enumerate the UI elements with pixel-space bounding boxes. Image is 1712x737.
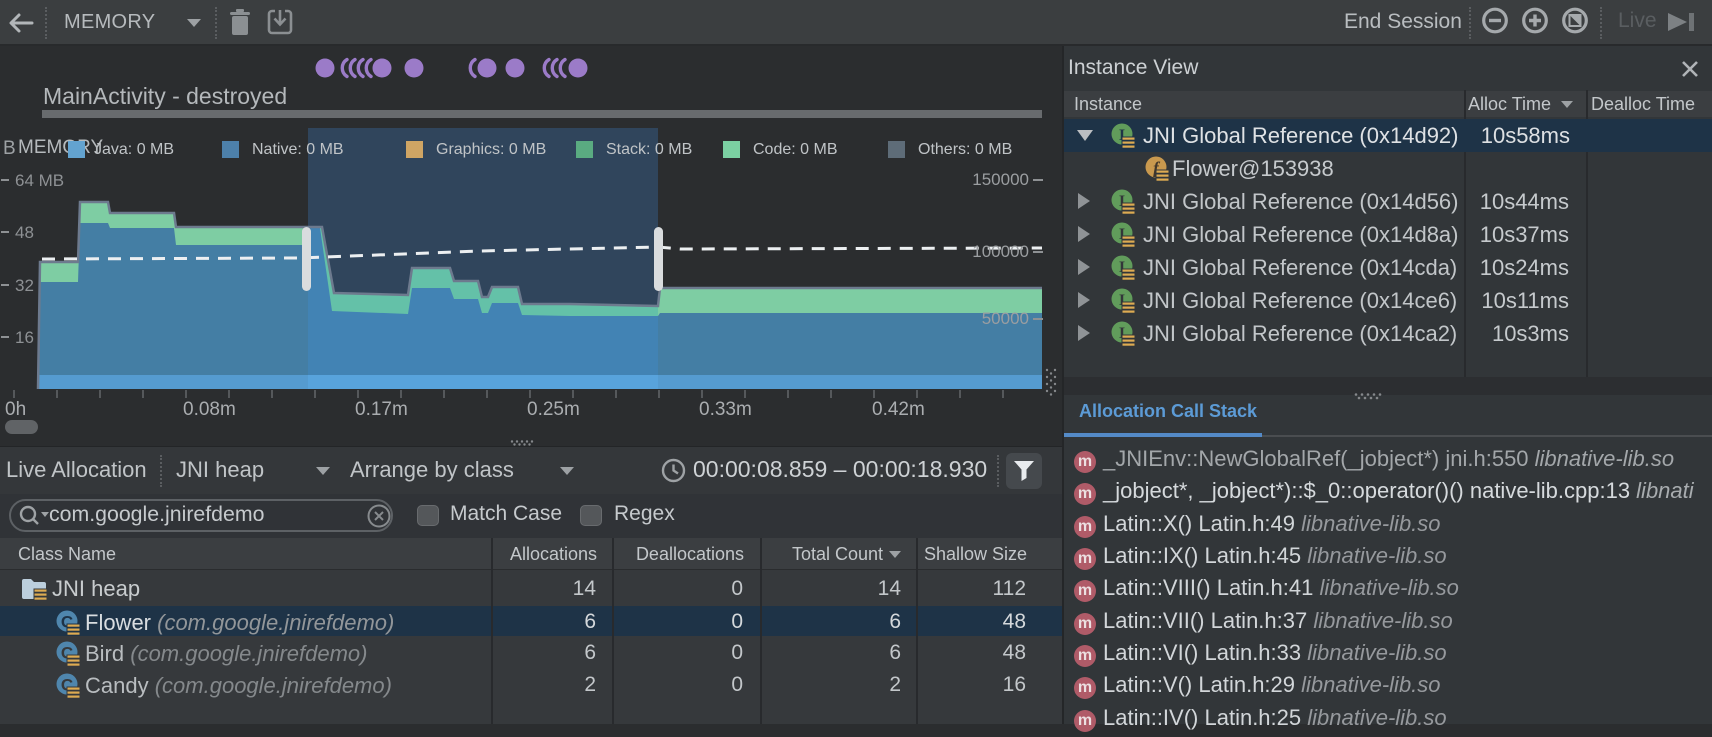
svg-text:100000: 100000 bbox=[972, 242, 1029, 261]
svg-text:0.17m: 0.17m bbox=[355, 399, 408, 420]
svg-text:64 MB: 64 MB bbox=[15, 171, 64, 190]
svg-text:50000: 50000 bbox=[982, 309, 1029, 328]
svg-text:0.25m: 0.25m bbox=[527, 399, 580, 420]
svg-text:48: 48 bbox=[15, 223, 34, 242]
svg-text:0.42m: 0.42m bbox=[872, 399, 925, 420]
svg-text:150000: 150000 bbox=[972, 170, 1029, 189]
svg-text:0h: 0h bbox=[5, 399, 26, 420]
svg-text:0.33m: 0.33m bbox=[699, 399, 752, 420]
svg-text:32: 32 bbox=[15, 276, 34, 295]
svg-text:0.08m: 0.08m bbox=[183, 399, 236, 420]
svg-text:16: 16 bbox=[15, 328, 34, 347]
